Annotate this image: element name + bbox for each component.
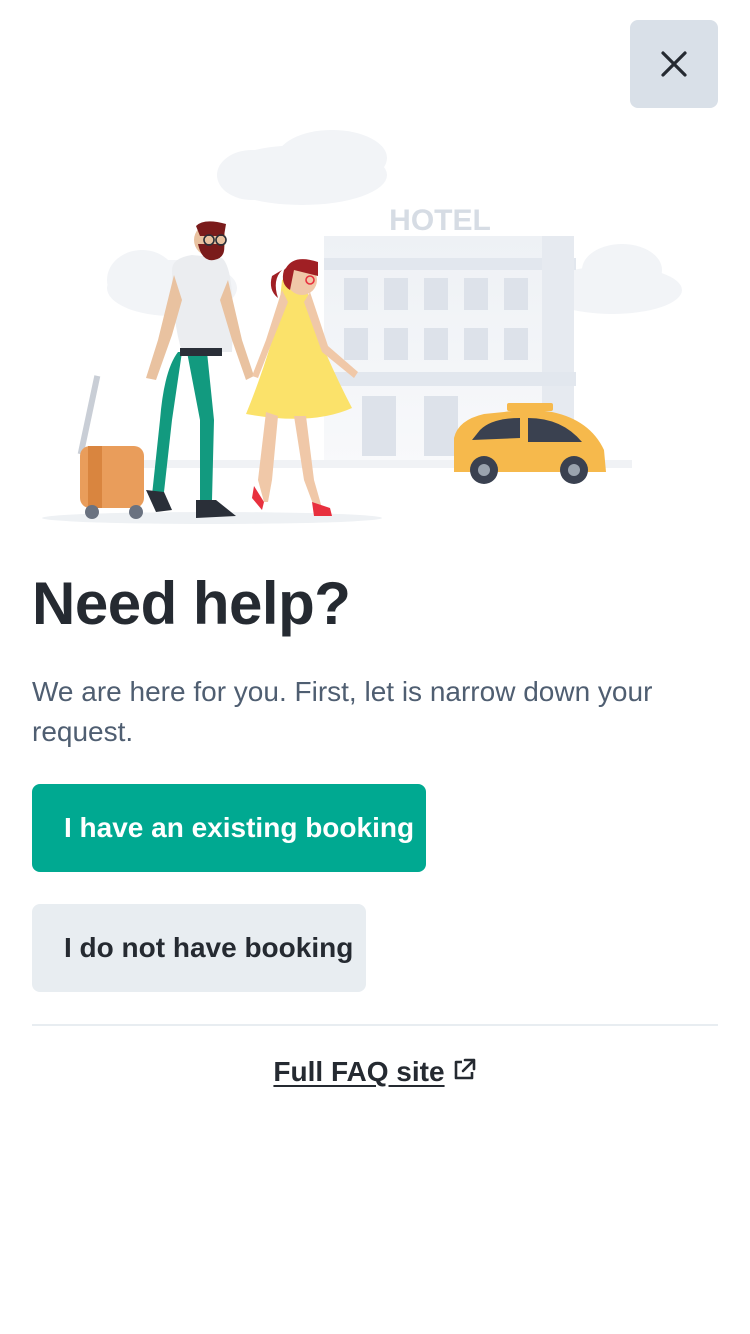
existing-booking-button[interactable]: I have an existing booking [32,784,426,872]
hero-illustration: HOTEL [42,130,682,524]
divider [32,1024,718,1026]
no-booking-button[interactable]: I do not have booking [32,904,366,992]
faq-link[interactable]: Full FAQ site [0,1056,750,1088]
external-link-icon [451,1057,477,1083]
help-screen: HOTEL Need help? We are here for you. Fi… [0,0,750,1334]
close-icon [661,51,687,77]
close-button[interactable] [630,20,718,108]
page-description: We are here for you. First, let is narro… [32,676,653,747]
faq-link-label: Full FAQ site [273,1056,445,1087]
hotel-sign: HOTEL [389,204,491,237]
page-title: Need help? [32,570,351,637]
